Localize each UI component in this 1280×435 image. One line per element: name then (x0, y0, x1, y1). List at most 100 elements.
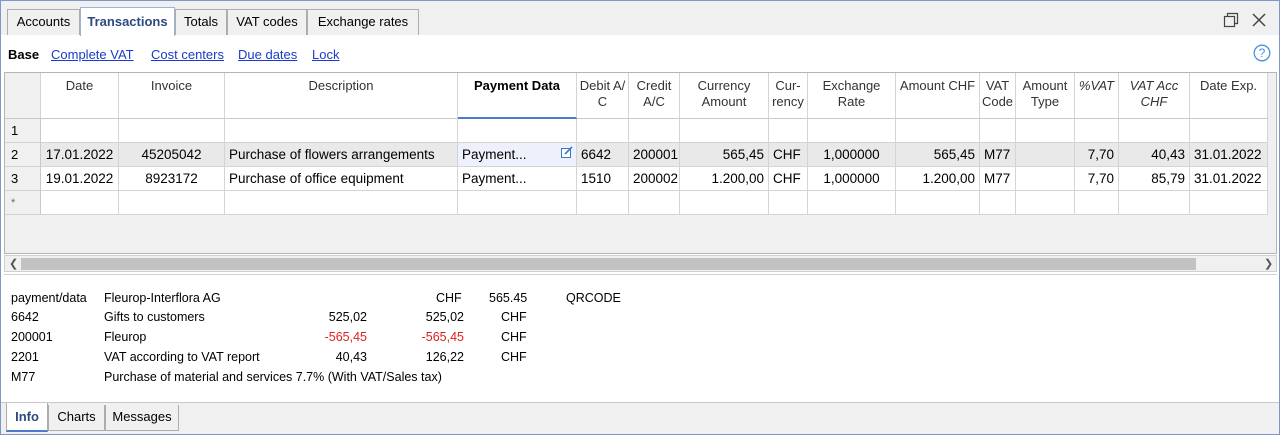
cell-debit-account[interactable]: 6642 (577, 143, 629, 167)
cell-payment-data[interactable] (458, 191, 577, 215)
view-cost-centers[interactable]: Cost centers (151, 47, 224, 63)
column-header-date[interactable]: Date (41, 73, 119, 119)
column-header-amount-type[interactable]: Amount Type (1016, 73, 1075, 119)
cell-debit-account[interactable] (577, 191, 629, 215)
cell-date[interactable]: 17.01.2022 (41, 143, 119, 167)
row-number[interactable]: 2 (5, 143, 41, 167)
cell-currency[interactable] (769, 119, 808, 143)
cell-currency-amount[interactable]: 1.200,00 (680, 167, 769, 191)
cell-amount-chf[interactable]: 565,45 (896, 143, 980, 167)
tab-accounts[interactable]: Accounts (7, 9, 80, 35)
cell-invoice[interactable]: 8923172 (119, 167, 225, 191)
cell-currency-amount[interactable]: 565,45 (680, 143, 769, 167)
column-header-payment-data[interactable]: Payment Data (458, 73, 577, 119)
cell-invoice[interactable] (119, 119, 225, 143)
cell-credit-account[interactable]: 200002 (629, 167, 680, 191)
cell-exchange-rate[interactable] (808, 119, 896, 143)
row-number[interactable]: * (5, 191, 41, 215)
tab-totals[interactable]: Totals (175, 9, 227, 35)
cell-date[interactable]: 19.01.2022 (41, 167, 119, 191)
cell-exchange-rate[interactable]: 1,000000 (808, 167, 896, 191)
view-due-dates[interactable]: Due dates (238, 47, 297, 63)
cell-currency[interactable] (769, 191, 808, 215)
cell-description[interactable]: Purchase of flowers arrangements (225, 143, 458, 167)
cell-description[interactable] (225, 119, 458, 143)
edit-icon[interactable] (561, 146, 573, 158)
cell-vat-percent[interactable]: 7,70 (1075, 143, 1119, 167)
cell-amount-chf[interactable] (896, 191, 980, 215)
cell-date-expiry[interactable]: 31.01.2022 (1190, 143, 1268, 167)
view-complete-vat[interactable]: Complete VAT (51, 47, 134, 63)
column-header-amount-chf[interactable]: Amount CHF (896, 73, 980, 119)
cell-vat-account-chf[interactable]: 40,43 (1119, 143, 1190, 167)
column-header-debit-account[interactable]: Debit A/ C (577, 73, 629, 119)
cell-debit-account[interactable] (577, 119, 629, 143)
cell-vat-code[interactable] (980, 119, 1016, 143)
tab-charts[interactable]: Charts (48, 405, 105, 431)
cell-description[interactable] (225, 191, 458, 215)
cell-payment-data[interactable] (458, 119, 577, 143)
cell-date-expiry[interactable] (1190, 119, 1268, 143)
cell-payment-data[interactable]: Payment... (458, 167, 577, 191)
cell-credit-account[interactable] (629, 191, 680, 215)
column-header-vat-account-chf[interactable]: VAT Acc CHF (1119, 73, 1190, 119)
cell-vat-code[interactable] (980, 191, 1016, 215)
table-row[interactable]: 1 (5, 119, 1269, 143)
column-header-vat-percent[interactable]: %VAT (1075, 73, 1119, 119)
cell-amount-type[interactable] (1016, 167, 1075, 191)
help-icon[interactable]: ? (1253, 44, 1271, 62)
tab-vat-codes[interactable]: VAT codes (227, 9, 307, 35)
scroll-left-icon[interactable]: ❮ (9, 257, 18, 270)
cell-date-expiry[interactable] (1190, 191, 1268, 215)
column-header-currency-amount[interactable]: Currency Amount (680, 73, 769, 119)
cell-payment-data[interactable]: Payment... (458, 143, 577, 167)
restore-window-icon[interactable] (1222, 11, 1240, 29)
scroll-right-icon[interactable]: ❯ (1264, 257, 1273, 270)
tab-transactions[interactable]: Transactions (80, 7, 175, 36)
cell-description[interactable]: Purchase of office equipment (225, 167, 458, 191)
cell-vat-code[interactable]: M77 (980, 167, 1016, 191)
tab-exchange-rates[interactable]: Exchange rates (307, 9, 419, 35)
cell-exchange-rate[interactable]: 1,000000 (808, 143, 896, 167)
view-lock[interactable]: Lock (312, 47, 339, 63)
cell-currency[interactable]: CHF (769, 143, 808, 167)
table-row[interactable]: * (5, 191, 1269, 215)
cell-currency[interactable]: CHF (769, 167, 808, 191)
cell-credit-account[interactable]: 200001 (629, 143, 680, 167)
cell-date-expiry[interactable]: 31.01.2022 (1190, 167, 1268, 191)
column-header-invoice[interactable]: Invoice (119, 73, 225, 119)
column-header-description[interactable]: Description (225, 73, 458, 119)
row-number[interactable]: 3 (5, 167, 41, 191)
column-header-date-expiry[interactable]: Date Exp. (1190, 73, 1268, 119)
view-base[interactable]: Base (8, 47, 39, 63)
cell-vat-percent[interactable] (1075, 191, 1119, 215)
cell-amount-type[interactable] (1016, 143, 1075, 167)
column-header-vat-code[interactable]: VAT Code (980, 73, 1016, 119)
column-header-credit-account[interactable]: Credit A/C (629, 73, 680, 119)
cell-invoice[interactable]: 45205042 (119, 143, 225, 167)
cell-amount-type[interactable] (1016, 119, 1075, 143)
cell-vat-code[interactable]: M77 (980, 143, 1016, 167)
cell-date[interactable] (41, 119, 119, 143)
cell-amount-chf[interactable]: 1.200,00 (896, 167, 980, 191)
cell-vat-account-chf[interactable] (1119, 191, 1190, 215)
scrollbar-thumb[interactable] (21, 258, 1196, 270)
table-row[interactable]: 3 19.01.2022 8923172 Purchase of office equ… (5, 167, 1269, 191)
cell-currency-amount[interactable] (680, 191, 769, 215)
row-number[interactable]: 1 (5, 119, 41, 143)
cell-vat-percent[interactable] (1075, 119, 1119, 143)
horizontal-scrollbar[interactable]: ❮ ❯ (4, 255, 1277, 272)
tab-messages[interactable]: Messages (105, 405, 179, 431)
table-row[interactable]: 2 17.01.2022 45205042 Purchase of flowers a… (5, 143, 1269, 167)
column-header-exchange-rate[interactable]: Exchange Rate (808, 73, 896, 119)
cell-amount-type[interactable] (1016, 191, 1075, 215)
cell-invoice[interactable] (119, 191, 225, 215)
close-icon[interactable] (1250, 11, 1268, 29)
cell-vat-percent[interactable]: 7,70 (1075, 167, 1119, 191)
cell-date[interactable] (41, 191, 119, 215)
cell-exchange-rate[interactable] (808, 191, 896, 215)
cell-credit-account[interactable] (629, 119, 680, 143)
cell-vat-account-chf[interactable]: 85,79 (1119, 167, 1190, 191)
cell-debit-account[interactable]: 1510 (577, 167, 629, 191)
cell-vat-account-chf[interactable] (1119, 119, 1190, 143)
